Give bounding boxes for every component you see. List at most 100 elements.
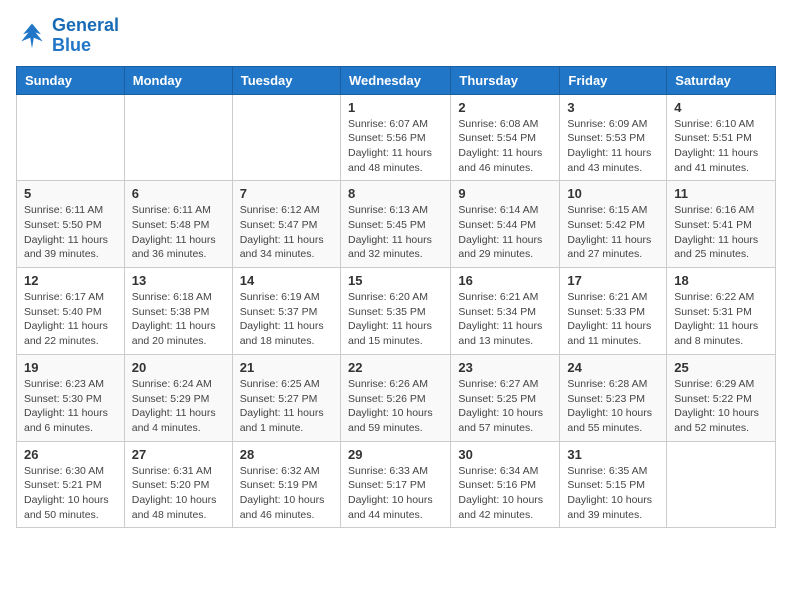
cell-info: Sunrise: 6:29 AM Sunset: 5:22 PM Dayligh…: [674, 377, 768, 436]
calendar-cell: [124, 94, 232, 181]
calendar-cell: 26 Sunrise: 6:30 AM Sunset: 5:21 PM Dayli…: [17, 441, 125, 528]
cell-info: Sunrise: 6:34 AM Sunset: 5:16 PM Dayligh…: [458, 464, 552, 523]
day-number: 4: [674, 100, 768, 115]
cell-info: Sunrise: 6:17 AM Sunset: 5:40 PM Dayligh…: [24, 290, 117, 349]
calendar-cell: 29 Sunrise: 6:33 AM Sunset: 5:17 PM Dayli…: [340, 441, 450, 528]
day-number: 10: [567, 186, 659, 201]
calendar-cell: [667, 441, 776, 528]
calendar-cell: [17, 94, 125, 181]
day-number: 6: [132, 186, 225, 201]
day-number: 17: [567, 273, 659, 288]
weekday-header: Friday: [560, 66, 667, 94]
cell-info: Sunrise: 6:28 AM Sunset: 5:23 PM Dayligh…: [567, 377, 659, 436]
weekday-header: Monday: [124, 66, 232, 94]
cell-info: Sunrise: 6:27 AM Sunset: 5:25 PM Dayligh…: [458, 377, 552, 436]
calendar-cell: 15 Sunrise: 6:20 AM Sunset: 5:35 PM Dayli…: [340, 268, 450, 355]
calendar-cell: 13 Sunrise: 6:18 AM Sunset: 5:38 PM Dayli…: [124, 268, 232, 355]
cell-info: Sunrise: 6:11 AM Sunset: 5:48 PM Dayligh…: [132, 203, 225, 262]
calendar-cell: 8Sunrise: 6:13 AM Sunset: 5:45 PM Daylig…: [340, 181, 450, 268]
calendar-cell: 18 Sunrise: 6:22 AM Sunset: 5:31 PM Dayli…: [667, 268, 776, 355]
cell-info: Sunrise: 6:15 AM Sunset: 5:42 PM Dayligh…: [567, 203, 659, 262]
page-header: General Blue: [16, 16, 776, 56]
cell-info: Sunrise: 6:18 AM Sunset: 5:38 PM Dayligh…: [132, 290, 225, 349]
cell-info: Sunrise: 6:31 AM Sunset: 5:20 PM Dayligh…: [132, 464, 225, 523]
day-number: 19: [24, 360, 117, 375]
calendar-cell: 23 Sunrise: 6:27 AM Sunset: 5:25 PM Dayli…: [451, 354, 560, 441]
calendar-cell: 30 Sunrise: 6:34 AM Sunset: 5:16 PM Dayli…: [451, 441, 560, 528]
cell-info: Sunrise: 6:09 AM Sunset: 5:53 PM Dayligh…: [567, 117, 659, 176]
calendar-cell: 3 Sunrise: 6:09 AM Sunset: 5:53 PM Daylig…: [560, 94, 667, 181]
cell-info: Sunrise: 6:20 AM Sunset: 5:35 PM Dayligh…: [348, 290, 443, 349]
day-number: 15: [348, 273, 443, 288]
cell-info: Sunrise: 6:11 AM Sunset: 5:50 PM Dayligh…: [24, 203, 117, 262]
logo-icon: [16, 20, 48, 52]
day-number: 24: [567, 360, 659, 375]
calendar-cell: 12 Sunrise: 6:17 AM Sunset: 5:40 PM Dayli…: [17, 268, 125, 355]
day-number: 25: [674, 360, 768, 375]
calendar-cell: 16 Sunrise: 6:21 AM Sunset: 5:34 PM Dayli…: [451, 268, 560, 355]
calendar-cell: 5 Sunrise: 6:11 AM Sunset: 5:50 PM Daylig…: [17, 181, 125, 268]
weekday-header: Tuesday: [232, 66, 340, 94]
day-number: 26: [24, 447, 117, 462]
weekday-header: Sunday: [17, 66, 125, 94]
calendar-table: SundayMondayTuesdayWednesdayThursdayFrid…: [16, 66, 776, 529]
calendar-cell: 11Sunrise: 6:16 AM Sunset: 5:41 PM Dayli…: [667, 181, 776, 268]
calendar-cell: 9 Sunrise: 6:14 AM Sunset: 5:44 PM Daylig…: [451, 181, 560, 268]
day-number: 13: [132, 273, 225, 288]
cell-info: Sunrise: 6:24 AM Sunset: 5:29 PM Dayligh…: [132, 377, 225, 436]
day-number: 29: [348, 447, 443, 462]
day-number: 20: [132, 360, 225, 375]
cell-info: Sunrise: 6:07 AM Sunset: 5:56 PM Dayligh…: [348, 117, 443, 176]
cell-info: Sunrise: 6:23 AM Sunset: 5:30 PM Dayligh…: [24, 377, 117, 436]
day-number: 2: [458, 100, 552, 115]
calendar-cell: 20 Sunrise: 6:24 AM Sunset: 5:29 PM Dayli…: [124, 354, 232, 441]
weekday-header: Thursday: [451, 66, 560, 94]
cell-info: Sunrise: 6:21 AM Sunset: 5:34 PM Dayligh…: [458, 290, 552, 349]
day-number: 22: [348, 360, 443, 375]
cell-info: Sunrise: 6:33 AM Sunset: 5:17 PM Dayligh…: [348, 464, 443, 523]
calendar-cell: 10 Sunrise: 6:15 AM Sunset: 5:42 PM Dayli…: [560, 181, 667, 268]
cell-info: Sunrise: 6:12 AM Sunset: 5:47 PM Dayligh…: [240, 203, 333, 262]
cell-info: Sunrise: 6:14 AM Sunset: 5:44 PM Dayligh…: [458, 203, 552, 262]
day-number: 23: [458, 360, 552, 375]
day-number: 16: [458, 273, 552, 288]
logo: General Blue: [16, 16, 119, 56]
day-number: 18: [674, 273, 768, 288]
calendar-cell: 22 Sunrise: 6:26 AM Sunset: 5:26 PM Dayli…: [340, 354, 450, 441]
day-number: 7: [240, 186, 333, 201]
cell-info: Sunrise: 6:30 AM Sunset: 5:21 PM Dayligh…: [24, 464, 117, 523]
cell-info: Sunrise: 6:16 AM Sunset: 5:41 PM Dayligh…: [674, 203, 768, 262]
cell-info: Sunrise: 6:25 AM Sunset: 5:27 PM Dayligh…: [240, 377, 333, 436]
cell-info: Sunrise: 6:26 AM Sunset: 5:26 PM Dayligh…: [348, 377, 443, 436]
cell-info: Sunrise: 6:10 AM Sunset: 5:51 PM Dayligh…: [674, 117, 768, 176]
calendar-cell: 4 Sunrise: 6:10 AM Sunset: 5:51 PM Daylig…: [667, 94, 776, 181]
day-number: 9: [458, 186, 552, 201]
calendar-cell: 31 Sunrise: 6:35 AM Sunset: 5:15 PM Dayli…: [560, 441, 667, 528]
day-number: 27: [132, 447, 225, 462]
cell-info: Sunrise: 6:08 AM Sunset: 5:54 PM Dayligh…: [458, 117, 552, 176]
cell-info: Sunrise: 6:35 AM Sunset: 5:15 PM Dayligh…: [567, 464, 659, 523]
calendar-cell: 7 Sunrise: 6:12 AM Sunset: 5:47 PM Daylig…: [232, 181, 340, 268]
calendar-cell: 17 Sunrise: 6:21 AM Sunset: 5:33 PM Dayli…: [560, 268, 667, 355]
day-number: 5: [24, 186, 117, 201]
cell-info: Sunrise: 6:21 AM Sunset: 5:33 PM Dayligh…: [567, 290, 659, 349]
day-number: 14: [240, 273, 333, 288]
day-number: 31: [567, 447, 659, 462]
calendar-cell: 25 Sunrise: 6:29 AM Sunset: 5:22 PM Dayli…: [667, 354, 776, 441]
cell-info: Sunrise: 6:32 AM Sunset: 5:19 PM Dayligh…: [240, 464, 333, 523]
calendar-cell: 21 Sunrise: 6:25 AM Sunset: 5:27 PM Dayli…: [232, 354, 340, 441]
day-number: 8: [348, 186, 443, 201]
calendar-cell: 1 Sunrise: 6:07 AM Sunset: 5:56 PM Daylig…: [340, 94, 450, 181]
day-number: 1: [348, 100, 443, 115]
cell-info: Sunrise: 6:22 AM Sunset: 5:31 PM Dayligh…: [674, 290, 768, 349]
calendar-cell: 24 Sunrise: 6:28 AM Sunset: 5:23 PM Dayli…: [560, 354, 667, 441]
day-number: 21: [240, 360, 333, 375]
weekday-header: Saturday: [667, 66, 776, 94]
day-number: 3: [567, 100, 659, 115]
calendar-cell: 19 Sunrise: 6:23 AM Sunset: 5:30 PM Dayli…: [17, 354, 125, 441]
calendar-cell: 6 Sunrise: 6:11 AM Sunset: 5:48 PM Daylig…: [124, 181, 232, 268]
day-number: 28: [240, 447, 333, 462]
cell-info: Sunrise: 6:19 AM Sunset: 5:37 PM Dayligh…: [240, 290, 333, 349]
day-number: 12: [24, 273, 117, 288]
day-number: 30: [458, 447, 552, 462]
